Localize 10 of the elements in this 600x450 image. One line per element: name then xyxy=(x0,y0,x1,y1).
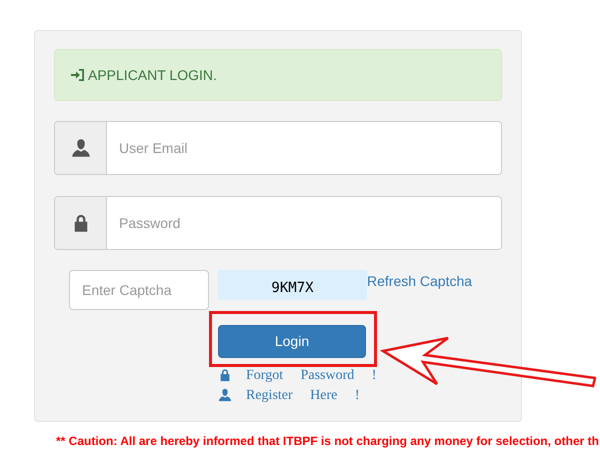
captcha-field[interactable]: Enter Captcha xyxy=(69,270,209,310)
alert-title: APPLICANT LOGIN. xyxy=(88,66,217,84)
link[interactable]: Register Here ! xyxy=(246,384,360,406)
login-button[interactable]: Login xyxy=(218,325,366,358)
captcha-image: 9KM7X xyxy=(218,270,367,300)
input-field[interactable]: User Email xyxy=(54,121,502,175)
link[interactable]: Forgot Password ! xyxy=(246,364,376,386)
refresh-captcha-link[interactable]: Refresh Captcha xyxy=(367,271,472,292)
input-field[interactable]: Password xyxy=(54,196,502,250)
caution-text: ** Caution: All are hereby informed that ITBPF is not charging any money for selection, other th xyxy=(56,433,599,450)
